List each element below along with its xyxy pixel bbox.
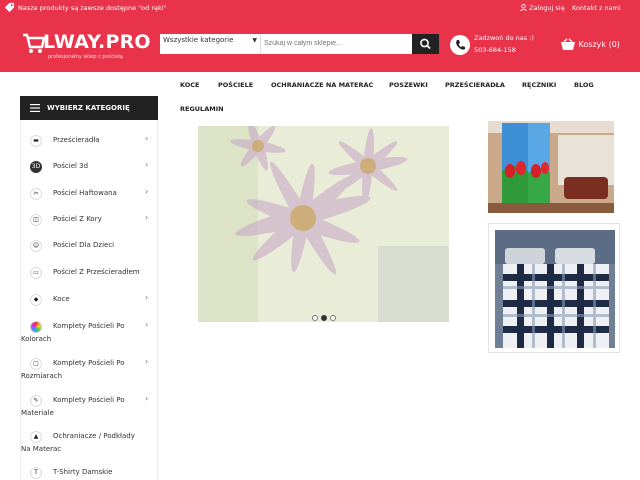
nav-item-blog[interactable]: BLOG xyxy=(574,81,594,89)
hamburger-icon xyxy=(30,104,40,112)
sidebar-item-label: Komplety Pościeli Po xyxy=(53,396,125,404)
logo-tagline: profesjonalny sklep z pościelą xyxy=(48,54,123,60)
sidebar-item-label: Komplety Pościeli Po xyxy=(53,359,125,367)
material-icon: ✎ xyxy=(30,395,42,407)
chevron-down-icon: ▼ xyxy=(252,37,257,44)
hero-slider[interactable] xyxy=(198,126,449,322)
sidebar-item-label-line2: Na Materac xyxy=(21,445,62,453)
mattress-icon: ▲ xyxy=(30,431,42,443)
sidebar-item-label: Prześcieradła xyxy=(53,136,100,144)
login-label: Zaloguj się xyxy=(529,4,565,12)
slider-dot-1[interactable] xyxy=(312,315,318,321)
main-nav: KOCE POŚCIELE OCHRANIACZE NA MATERAC POS… xyxy=(176,76,640,120)
nav-item-regulamin[interactable]: REGULAMIN xyxy=(180,105,224,113)
category-select[interactable]: Wszystkie kategorie ▼ xyxy=(160,34,261,54)
login-link[interactable]: Zaloguj się xyxy=(520,4,565,12)
bed-set-icon: ▭ xyxy=(30,267,42,279)
sidebar-item-label: Pościel 3d xyxy=(53,162,89,170)
slider-dot-2[interactable] xyxy=(321,315,327,321)
chevron-right-icon: › xyxy=(145,320,149,329)
cart-count: (0) xyxy=(608,40,620,49)
chevron-right-icon: › xyxy=(145,357,149,366)
chevron-right-icon: › xyxy=(145,394,149,403)
sizes-icon: ▢ xyxy=(30,358,42,370)
sidebar-item-label: Pościel Z Kory xyxy=(53,215,102,223)
nav-item-ochraniacze[interactable]: OCHRANIACZE NA MATERAC xyxy=(271,81,373,89)
kids-icon: ☺ xyxy=(30,240,42,252)
category-menu-title: WYBIERZ KATEGORIĘ xyxy=(47,104,130,112)
sidebar-item-label-line2: Materiale xyxy=(21,409,54,417)
tag-icon xyxy=(4,2,15,13)
search-bar: Wszystkie kategorie ▼ xyxy=(160,34,439,54)
banner-blanket[interactable] xyxy=(488,223,620,353)
availability-note: Nasze produkty są zawsze dostępne "od rę… xyxy=(18,4,167,12)
logo[interactable]: LWAY.PRO profesjonalny sklep z pościelą xyxy=(22,30,151,62)
phone-label: Zadzwoń do nas :) xyxy=(474,34,534,42)
search-button[interactable] xyxy=(412,34,439,54)
search-icon xyxy=(420,38,431,50)
colors-icon xyxy=(30,321,42,333)
checkered-blanket-image xyxy=(495,230,615,348)
chevron-right-icon: › xyxy=(145,213,149,222)
chevron-right-icon: › xyxy=(145,293,149,302)
flower-bedding-image xyxy=(198,126,449,322)
nav-item-reczniki[interactable]: RĘCZNIKI xyxy=(522,81,556,89)
3d-icon: 3D xyxy=(30,161,42,173)
header: LWAY.PRO profesjonalny sklep z pościelą … xyxy=(0,16,640,72)
sidebar-item-label-line2: Kolorach xyxy=(21,335,52,343)
tshirt-icon: T xyxy=(30,467,42,479)
bark-icon: ◫ xyxy=(30,214,42,226)
cart-button[interactable]: Koszyk (0) xyxy=(560,38,620,51)
top-bar: Nasze produkty są zawsze dostępne "od rę… xyxy=(0,0,640,16)
phone-info: Zadzwoń do nas :) 503-684-158 xyxy=(474,32,534,56)
chevron-right-icon: › xyxy=(145,187,149,196)
category-list: ▬ Prześcieradła › 3D Pościel 3d › ✂ Pośc… xyxy=(20,120,158,480)
phone-glyph xyxy=(456,40,465,50)
curtains-image xyxy=(488,121,614,213)
nav-item-poszewki[interactable]: POSZEWKI xyxy=(389,81,428,89)
nav-item-posciele[interactable]: POŚCIELE xyxy=(218,81,253,89)
phone-icon[interactable] xyxy=(450,35,470,55)
banner-curtains[interactable] xyxy=(488,121,614,213)
cart-label: Koszyk xyxy=(578,40,607,49)
logo-text: LWAY.PRO xyxy=(43,31,151,53)
sidebar-item-label: Ochraniacze / Podkłady xyxy=(53,432,135,440)
sidebar-item-label: Pościel Dla Dzieci xyxy=(53,241,115,249)
embroidery-icon: ✂ xyxy=(30,188,42,200)
sidebar-item-label: Pościel Z Prześcieradłem xyxy=(53,268,140,276)
sidebar-item-label-line2: Rozmiarach xyxy=(21,372,63,380)
sidebar-item-label: T-Shirty Damskie xyxy=(53,468,113,476)
nav-item-przescieradla[interactable]: PRZEŚCIERADŁA xyxy=(445,81,505,89)
sidebar-item-label: Pościel Haftowana xyxy=(53,189,117,197)
nav-item-koce[interactable]: KOCE xyxy=(180,81,199,89)
phone-number: 503-684-158 xyxy=(474,46,516,54)
slider-dot-3[interactable] xyxy=(330,315,336,321)
sheet-icon: ▬ xyxy=(30,135,42,147)
basket-icon xyxy=(561,38,575,50)
sidebar-item-label: Komplety Pościeli Po xyxy=(53,322,125,330)
user-icon xyxy=(520,4,527,12)
contact-link[interactable]: Kontakt z nami xyxy=(572,4,621,12)
chevron-right-icon: › xyxy=(145,160,149,169)
chevron-right-icon: › xyxy=(145,134,149,143)
blanket-icon: ◆ xyxy=(30,294,42,306)
search-input[interactable] xyxy=(264,36,410,51)
contact-label: Kontakt z nami xyxy=(572,4,621,12)
sidebar-item-label: Koce xyxy=(53,295,70,303)
category-menu-header[interactable]: WYBIERZ KATEGORIĘ xyxy=(20,96,158,120)
category-select-value: Wszystkie kategorie xyxy=(163,36,234,44)
